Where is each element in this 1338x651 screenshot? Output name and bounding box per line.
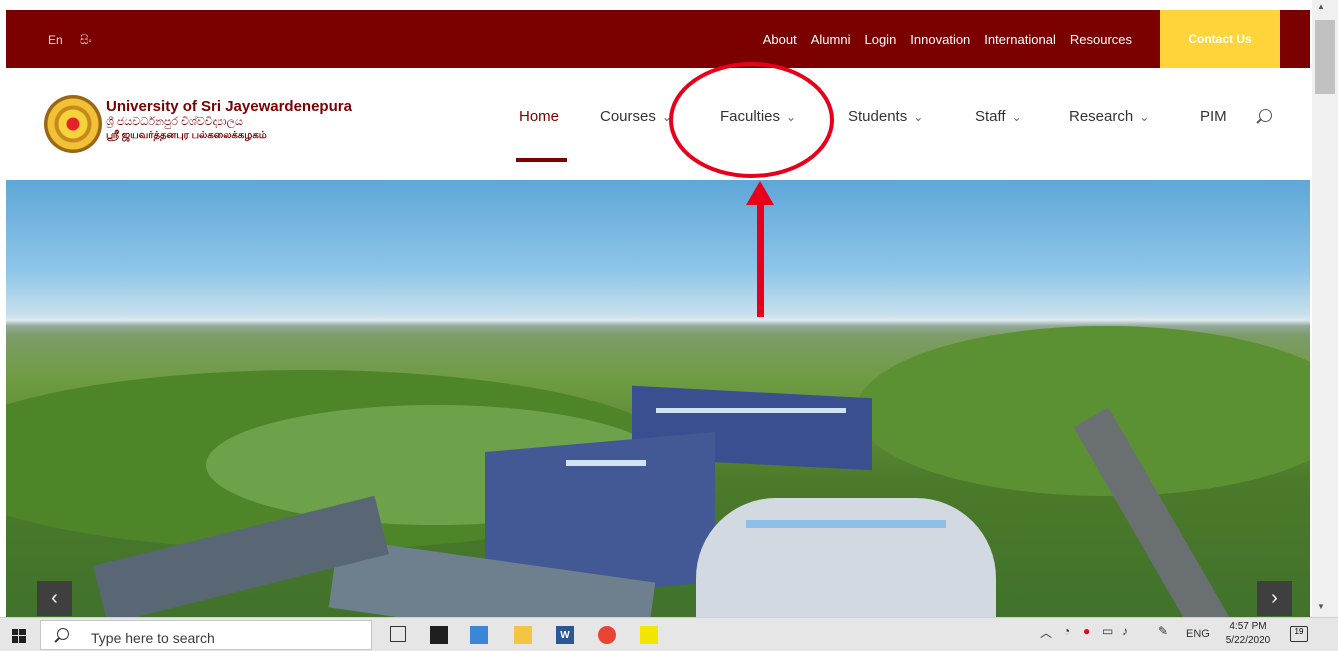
top-link-international[interactable]: International <box>984 32 1056 47</box>
slider-prev-button[interactable]: ‹ <box>37 581 72 616</box>
building-windows <box>566 460 646 466</box>
chevron-down-icon: ⌄ <box>1139 110 1150 124</box>
nav-students-label: Students <box>848 108 908 125</box>
top-link-innovation[interactable]: Innovation <box>910 32 970 47</box>
slider-next-button[interactable]: › <box>1257 581 1292 616</box>
windows-start-icon[interactable] <box>12 629 26 643</box>
building-windows <box>746 520 946 528</box>
annotation-circle <box>669 62 834 178</box>
clock-time: 4:57 PM <box>1229 621 1267 632</box>
nav-courses-label: Courses <box>600 108 656 125</box>
nav-staff-label: Staff <box>975 108 1006 125</box>
top-link-about[interactable]: About <box>763 32 797 47</box>
file-explorer-icon[interactable] <box>514 626 532 644</box>
browser-viewport: En සිං About Alumni Login Innovation Int… <box>0 0 1338 651</box>
active-nav-underline <box>516 158 567 162</box>
edge-browser-icon[interactable] <box>470 626 488 644</box>
chevron-down-icon: ⌄ <box>913 110 924 124</box>
input-language[interactable]: ENG <box>1186 628 1210 640</box>
notification-center-icon[interactable]: 19 <box>1290 626 1308 642</box>
nav-pim[interactable]: PIM <box>1200 108 1227 128</box>
hero-slider: ‹ › <box>6 180 1310 617</box>
search-icon <box>57 628 69 640</box>
top-link-resources[interactable]: Resources <box>1070 32 1132 47</box>
top-utility-bar: En සිං About Alumni Login Innovation Int… <box>6 10 1310 68</box>
chrome-icon[interactable] <box>598 626 616 644</box>
language-sinhala-link[interactable]: සිං <box>80 33 92 48</box>
nav-home[interactable]: Home <box>519 108 559 128</box>
nav-pim-label: PIM <box>1200 108 1227 125</box>
nav-research[interactable]: Research ⌄ <box>1069 108 1149 128</box>
chevron-down-icon: ⌄ <box>1011 110 1022 124</box>
taskbar-search-box[interactable]: Type here to search <box>40 620 372 650</box>
nav-students[interactable]: Students ⌄ <box>848 108 923 128</box>
brand-block[interactable]: University of Sri Jayewardenepura ශ්‍රී … <box>106 98 352 142</box>
scroll-down-icon[interactable]: ▼ <box>1317 602 1325 611</box>
campus-building <box>696 498 996 617</box>
nav-research-label: Research <box>1069 108 1134 125</box>
scroll-up-icon[interactable]: ▲ <box>1317 2 1325 11</box>
system-clock[interactable]: 4:57 PM 5/22/2020 <box>1218 620 1278 648</box>
clock-date: 5/22/2020 <box>1225 635 1271 646</box>
windows-taskbar: Type here to search W ︿ ◔ ● ▭ ♪ ✎ ENG 4:… <box>0 617 1338 651</box>
contact-us-button[interactable]: Contact Us <box>1160 10 1280 68</box>
building-windows <box>656 408 846 413</box>
annotation-arrow-head <box>746 181 774 205</box>
university-name-sinhala: ශ්‍රී ජයවර්ධනපුර විශ්වවිද්‍යාලය <box>106 116 243 128</box>
language-english-link[interactable]: En <box>48 33 63 47</box>
battery-icon[interactable]: ▭ <box>1102 624 1113 638</box>
top-link-login[interactable]: Login <box>864 32 896 47</box>
pen-icon[interactable]: ✎ <box>1158 624 1168 638</box>
university-logo[interactable] <box>44 95 102 153</box>
top-link-alumni[interactable]: Alumni <box>811 32 851 47</box>
nav-courses[interactable]: Courses ⌄ <box>600 108 672 128</box>
top-links: About Alumni Login Innovation Internatio… <box>763 10 1132 68</box>
taskbar-search-placeholder: Type here to search <box>91 630 215 646</box>
hill-shape <box>856 326 1310 496</box>
annotation-arrow-shaft <box>757 203 764 317</box>
nav-staff[interactable]: Staff ⌄ <box>975 108 1022 128</box>
mail-icon[interactable] <box>430 626 448 644</box>
nav-home-label: Home <box>519 108 560 125</box>
scrollbar-thumb[interactable] <box>1315 20 1335 94</box>
university-name-tamil: ஸ்ரீ ஜயவர்த்தனபுர பல்கலைக்கழகம் <box>106 130 267 141</box>
show-hidden-icons-icon[interactable]: ︿ <box>1040 624 1052 641</box>
university-name-english: University of Sri Jayewardenepura <box>106 98 352 115</box>
task-view-icon[interactable] <box>390 626 406 642</box>
security-icon[interactable]: ● <box>1083 624 1090 638</box>
word-icon[interactable]: W <box>556 626 574 644</box>
network-icon[interactable]: ◔ <box>1063 624 1070 638</box>
site-header: University of Sri Jayewardenepura ශ්‍රී … <box>6 68 1310 180</box>
app-icon[interactable] <box>640 626 658 644</box>
volume-icon[interactable]: ♪ <box>1122 624 1128 638</box>
search-icon[interactable] <box>1259 109 1272 122</box>
